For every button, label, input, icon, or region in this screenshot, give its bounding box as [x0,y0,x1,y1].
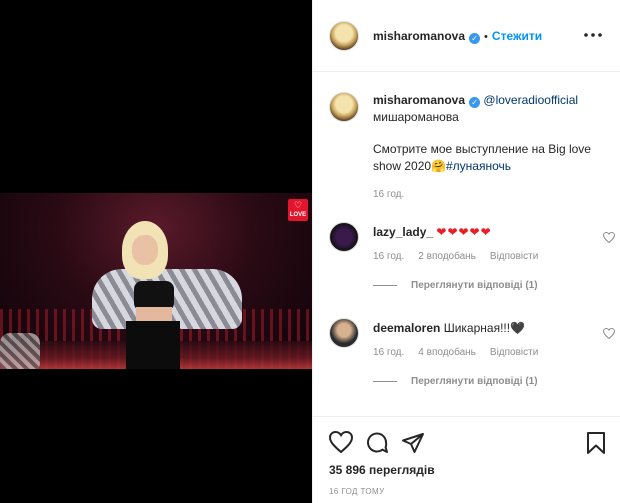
video-player[interactable]: ♡ LOVE [0,193,312,369]
commenter-avatar[interactable] [329,318,359,348]
performer [92,221,242,369]
bookmark-icon[interactable] [585,431,609,455]
separator-dot: • [484,31,488,43]
comment-item: deemaloren Шикарная!!!🖤 16 год. 4 вподоба… [373,320,603,387]
post-media[interactable]: ♡ LOVE [0,0,312,503]
view-replies-button[interactable]: Переглянути відповіді (1) [373,280,603,291]
post-timestamp[interactable]: 16 ГОД ТОМУ [329,487,385,496]
follow-button[interactable]: Стежити [492,29,542,43]
comment-likes[interactable]: 4 вподобань [418,347,476,358]
comment-like-heart-icon[interactable] [602,231,616,244]
verified-icon: ✓ [469,33,481,44]
comment-item: lazy_lady_ ❤❤❤❤❤ 16 год. 2 вподобань Відпо… [373,224,603,291]
heart-icon[interactable] [328,430,354,455]
channel-logo-badge: ♡ LOVE [288,199,308,221]
badge-text: LOVE [289,212,307,218]
caption-hashtag-link[interactable]: #лунаяночь [446,159,511,173]
caption-mention-link[interactable]: @loveradioofficial [483,93,578,107]
reply-button[interactable]: Відповісти [490,251,538,262]
comment-time[interactable]: 16 год. [373,347,404,358]
comment-username[interactable]: deemaloren [373,321,440,335]
caption-username[interactable]: misharomanova [373,93,465,107]
view-replies-button[interactable]: Переглянути відповіді (1) [373,376,603,387]
comment-time[interactable]: 16 год. [373,251,404,262]
view-count[interactable]: 35 896 переглядів [329,463,435,477]
post-actions: 35 896 переглядів 16 ГОД ТОМУ [313,416,620,503]
comment-likes[interactable]: 2 вподобань [418,251,476,262]
comment-username[interactable]: lazy_lady_ [373,225,433,239]
caption-avatar[interactable] [329,92,359,122]
background-dancer [0,333,40,369]
view-replies-label: Переглянути відповіді (1) [411,376,538,387]
verified-icon: ✓ [469,97,481,108]
caption-time[interactable]: 16 год. [373,189,603,200]
comment-icon[interactable] [365,431,389,455]
post-panel: misharomanova ✓ • Стежити misharomanova ✓ @l… [312,0,620,503]
view-replies-label: Переглянути відповіді (1) [411,280,538,291]
header-meta: misharomanova ✓ • Стежити [373,29,542,44]
reply-button[interactable]: Відповісти [490,347,538,358]
comment-text: Шикарная!!!🖤 [443,321,526,335]
caption-line1: мишароманова [373,110,459,124]
comments-list[interactable]: misharomanova ✓ @loveradioofficial мишаро… [313,72,620,416]
more-icon[interactable] [583,28,603,42]
author-username[interactable]: misharomanova [373,29,465,43]
comment-meta: 16 год. 4 вподобань Відповісти [373,347,603,358]
caption-line2: Смотрите мое выступление на Big love sho… [373,141,603,175]
commenter-avatar[interactable] [329,222,359,252]
share-icon[interactable] [401,431,425,455]
comment-text: ❤❤❤❤❤ [436,225,492,239]
post-caption: misharomanova ✓ @loveradioofficial мишаро… [373,92,603,200]
post-header: misharomanova ✓ • Стежити [313,0,620,72]
author-avatar[interactable] [329,21,359,51]
comment-meta: 16 год. 2 вподобань Відповісти [373,251,603,262]
comment-like-heart-icon[interactable] [602,327,616,340]
